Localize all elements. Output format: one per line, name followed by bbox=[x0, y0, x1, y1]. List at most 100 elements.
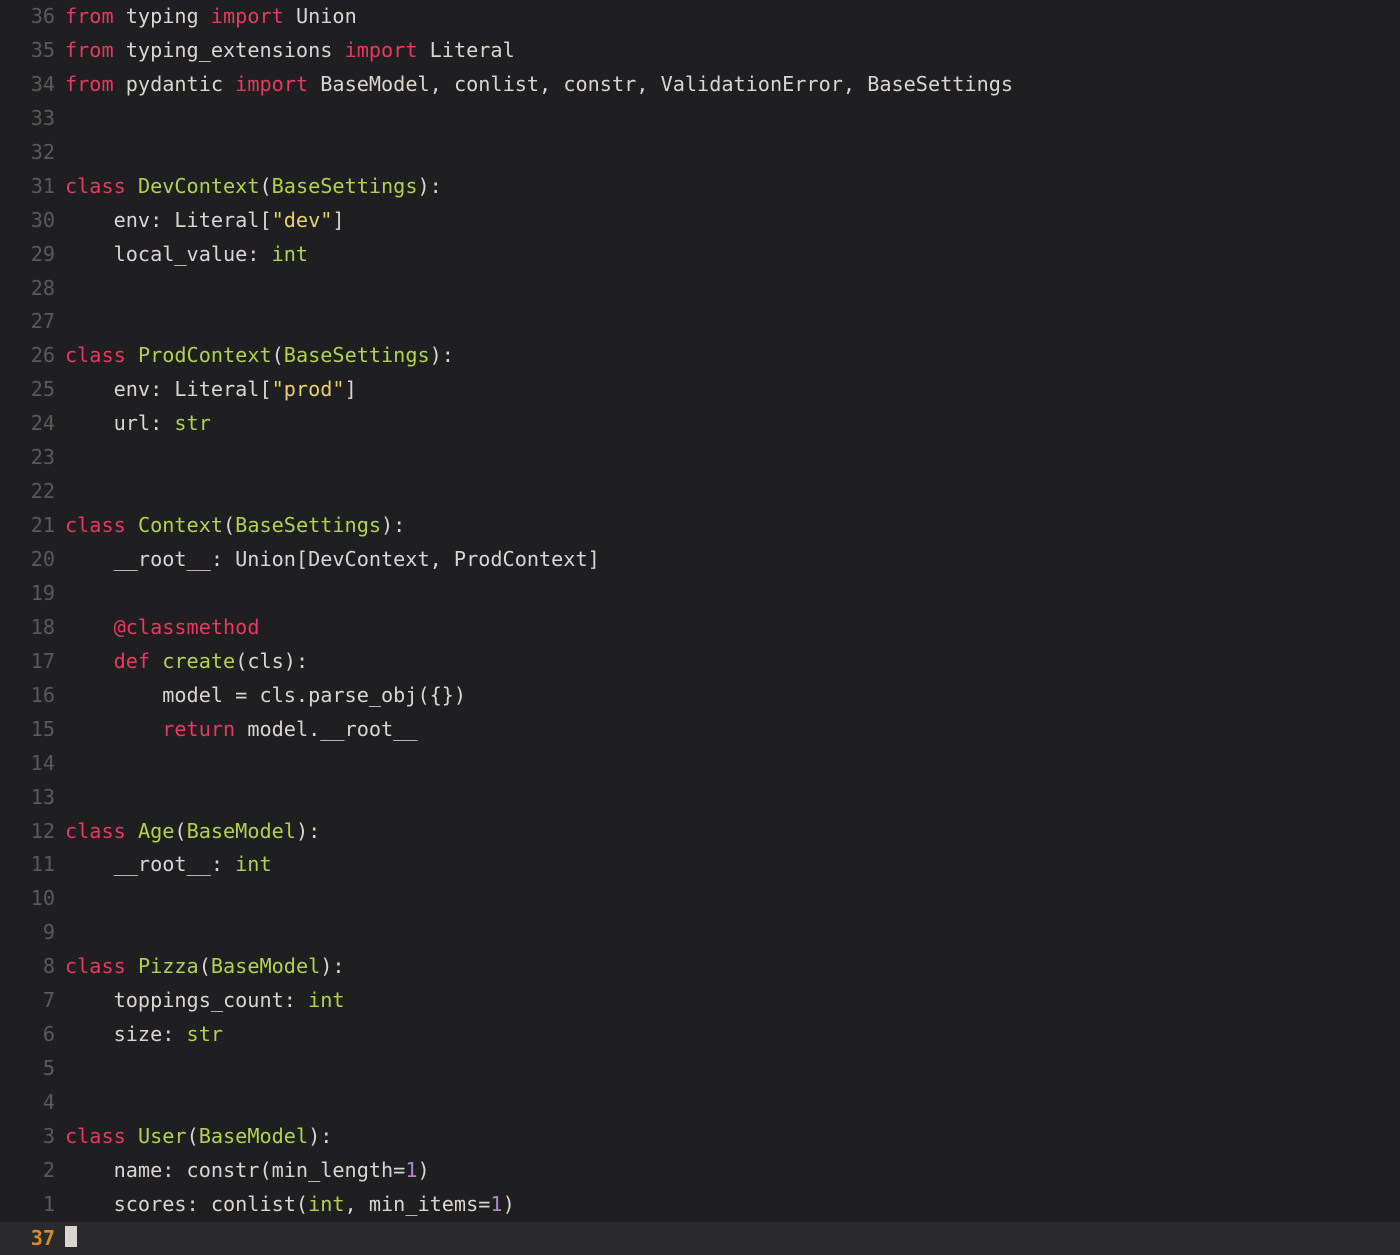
line-number: 9 bbox=[0, 916, 65, 950]
code-content[interactable]: @classmethod bbox=[65, 611, 1400, 645]
code-content[interactable]: def create(cls): bbox=[65, 645, 1400, 679]
code-content[interactable]: size: str bbox=[65, 1018, 1400, 1052]
token: ( bbox=[259, 174, 271, 198]
line-number: 23 bbox=[0, 441, 65, 475]
code-line[interactable]: 27 bbox=[0, 305, 1400, 339]
token: ProdContext bbox=[138, 343, 272, 367]
line-number: 36 bbox=[0, 0, 65, 34]
code-content[interactable]: from pydantic import BaseModel, conlist,… bbox=[65, 68, 1400, 102]
code-line[interactable]: 35from typing_extensions import Literal bbox=[0, 34, 1400, 68]
token: from bbox=[65, 72, 114, 96]
code-line[interactable]: 13 bbox=[0, 781, 1400, 815]
token: model = cls.parse_obj({}) bbox=[65, 683, 466, 707]
code-line[interactable]: 14 bbox=[0, 747, 1400, 781]
token bbox=[126, 513, 138, 537]
token: ] bbox=[332, 208, 344, 232]
token: return bbox=[162, 717, 235, 741]
code-content[interactable] bbox=[65, 1222, 1400, 1255]
code-line[interactable]: 7 toppings_count: int bbox=[0, 984, 1400, 1018]
line-number: 32 bbox=[0, 136, 65, 170]
code-line[interactable]: 21class Context(BaseSettings): bbox=[0, 509, 1400, 543]
token: ) bbox=[417, 1158, 429, 1182]
code-line[interactable]: 29 local_value: int bbox=[0, 238, 1400, 272]
code-content[interactable]: __root__: Union[DevContext, ProdContext] bbox=[65, 543, 1400, 577]
line-number: 14 bbox=[0, 747, 65, 781]
code-line[interactable]: 34from pydantic import BaseModel, conlis… bbox=[0, 68, 1400, 102]
token: ): bbox=[430, 343, 454, 367]
code-line[interactable]: 15 return model.__root__ bbox=[0, 713, 1400, 747]
code-line[interactable]: 6 size: str bbox=[0, 1018, 1400, 1052]
code-line[interactable]: 28 bbox=[0, 272, 1400, 306]
code-line[interactable]: 2 name: constr(min_length=1) bbox=[0, 1154, 1400, 1188]
code-line[interactable]: 1 scores: conlist(int, min_items=1) bbox=[0, 1188, 1400, 1222]
line-number: 25 bbox=[0, 373, 65, 407]
code-line[interactable]: 12class Age(BaseModel): bbox=[0, 815, 1400, 849]
code-line[interactable]: 26class ProdContext(BaseSettings): bbox=[0, 339, 1400, 373]
token bbox=[126, 343, 138, 367]
token: ( bbox=[187, 1124, 199, 1148]
code-content[interactable]: env: Literal["prod"] bbox=[65, 373, 1400, 407]
code-line[interactable]: 18 @classmethod bbox=[0, 611, 1400, 645]
code-content[interactable]: class Context(BaseSettings): bbox=[65, 509, 1400, 543]
line-number: 19 bbox=[0, 577, 65, 611]
code-line[interactable]: 5 bbox=[0, 1052, 1400, 1086]
code-content[interactable]: class Age(BaseModel): bbox=[65, 815, 1400, 849]
token: scores: conlist( bbox=[65, 1192, 308, 1216]
code-line[interactable]: 17 def create(cls): bbox=[0, 645, 1400, 679]
code-line[interactable]: 23 bbox=[0, 441, 1400, 475]
code-line[interactable]: 4 bbox=[0, 1086, 1400, 1120]
code-content[interactable]: class User(BaseModel): bbox=[65, 1120, 1400, 1154]
code-line[interactable]: 9 bbox=[0, 916, 1400, 950]
line-number: 6 bbox=[0, 1018, 65, 1052]
line-number: 34 bbox=[0, 68, 65, 102]
line-number: 7 bbox=[0, 984, 65, 1018]
code-content[interactable]: class DevContext(BaseSettings): bbox=[65, 170, 1400, 204]
token: ): bbox=[308, 1124, 332, 1148]
code-line[interactable]: 33 bbox=[0, 102, 1400, 136]
cursor-icon bbox=[65, 1226, 77, 1247]
token bbox=[150, 649, 162, 673]
code-line[interactable]: 32 bbox=[0, 136, 1400, 170]
code-content[interactable]: toppings_count: int bbox=[65, 984, 1400, 1018]
code-content[interactable]: __root__: int bbox=[65, 848, 1400, 882]
code-line[interactable]: 36from typing import Union bbox=[0, 0, 1400, 34]
token: class bbox=[65, 1124, 126, 1148]
line-number: 10 bbox=[0, 882, 65, 916]
code-editor[interactable]: 36from typing import Union35from typing_… bbox=[0, 0, 1400, 1255]
code-content[interactable]: local_value: int bbox=[65, 238, 1400, 272]
code-content[interactable]: scores: conlist(int, min_items=1) bbox=[65, 1188, 1400, 1222]
code-line[interactable]: 20 __root__: Union[DevContext, ProdConte… bbox=[0, 543, 1400, 577]
token: toppings_count: bbox=[65, 988, 308, 1012]
line-number: 5 bbox=[0, 1052, 65, 1086]
current-line[interactable]: 37 bbox=[0, 1222, 1400, 1255]
code-line[interactable]: 8class Pizza(BaseModel): bbox=[0, 950, 1400, 984]
line-number: 17 bbox=[0, 645, 65, 679]
token: class bbox=[65, 954, 126, 978]
code-content[interactable]: url: str bbox=[65, 407, 1400, 441]
code-content[interactable]: env: Literal["dev"] bbox=[65, 204, 1400, 238]
code-line[interactable]: 10 bbox=[0, 882, 1400, 916]
code-content[interactable]: from typing_extensions import Literal bbox=[65, 34, 1400, 68]
code-line[interactable]: 30 env: Literal["dev"] bbox=[0, 204, 1400, 238]
code-line[interactable]: 31class DevContext(BaseSettings): bbox=[0, 170, 1400, 204]
token: Context bbox=[138, 513, 223, 537]
code-content[interactable]: return model.__root__ bbox=[65, 713, 1400, 747]
code-line[interactable]: 11 __root__: int bbox=[0, 848, 1400, 882]
code-line[interactable]: 24 url: str bbox=[0, 407, 1400, 441]
token: import bbox=[235, 72, 308, 96]
token bbox=[126, 174, 138, 198]
code-content[interactable]: class Pizza(BaseModel): bbox=[65, 950, 1400, 984]
code-content[interactable]: model = cls.parse_obj({}) bbox=[65, 679, 1400, 713]
code-line[interactable]: 25 env: Literal["prod"] bbox=[0, 373, 1400, 407]
code-line[interactable]: 22 bbox=[0, 475, 1400, 509]
code-content[interactable]: name: constr(min_length=1) bbox=[65, 1154, 1400, 1188]
code-content[interactable]: from typing import Union bbox=[65, 0, 1400, 34]
line-number: 11 bbox=[0, 848, 65, 882]
code-line[interactable]: 16 model = cls.parse_obj({}) bbox=[0, 679, 1400, 713]
token: def bbox=[114, 649, 150, 673]
code-line[interactable]: 19 bbox=[0, 577, 1400, 611]
token bbox=[126, 954, 138, 978]
code-content[interactable]: class ProdContext(BaseSettings): bbox=[65, 339, 1400, 373]
token bbox=[126, 819, 138, 843]
code-line[interactable]: 3class User(BaseModel): bbox=[0, 1120, 1400, 1154]
